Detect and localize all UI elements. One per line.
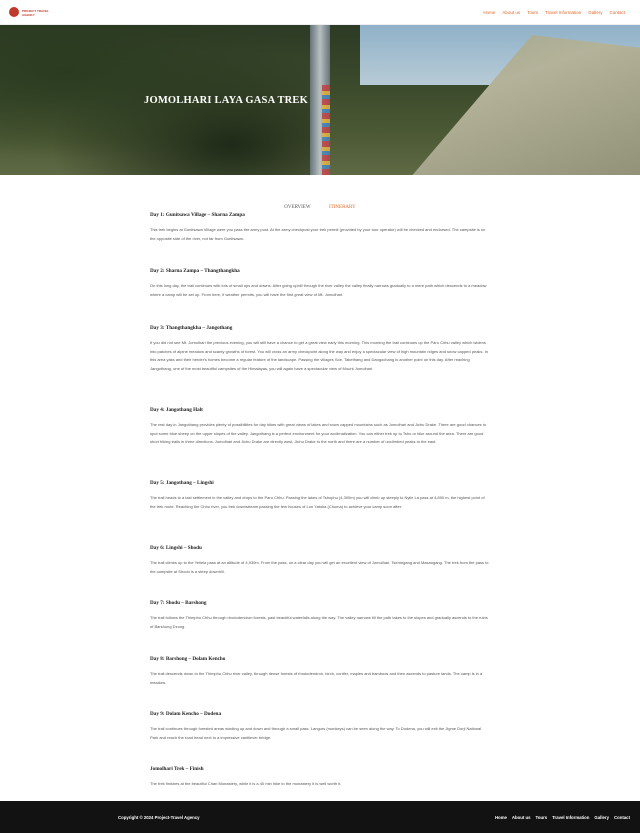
itinerary-day: Day 7: Shodu – Barshong The trail follow…	[150, 600, 490, 631]
day-title: Day 5: Jangothang – Lingshi	[150, 480, 214, 486]
day-title: Day 2: Sharna Zampa – Thangthangkha	[150, 268, 240, 274]
day-title: Day 4: Jangothang Halt	[150, 407, 203, 413]
footer-nav-home[interactable]: Home	[495, 815, 507, 820]
day-description: The rest day in Jangothang provides plen…	[150, 422, 487, 445]
day-title: Day 8: Barshong – Dolam Kencho	[150, 656, 226, 662]
itinerary-day: Day 2: Sharna Zampa – Thangthangkha On t…	[150, 268, 490, 299]
logo-mark-icon	[9, 7, 19, 17]
nav-about-us[interactable]: About us	[502, 10, 520, 15]
itinerary-day: Day 8: Barshong – Dolam Kencho The trail…	[150, 656, 490, 687]
page-title: JOMOLHARI LAYA GASA TREK	[144, 95, 308, 106]
day-title: Day 7: Shodu – Barshong	[150, 600, 207, 606]
nav-travel-information[interactable]: Travel Information	[545, 10, 581, 15]
day-title: Day 1: Gunitsawa Village – Sharna Zampa	[150, 212, 245, 218]
site-header: PROJECT TRAVEL AGENCY Home About us Tour…	[0, 0, 640, 25]
day-title: Jomolhari Trek – Finish	[150, 766, 204, 772]
day-description: This trek begins at Gunitsawa Village we…	[150, 227, 486, 241]
logo-text: PROJECT TRAVEL AGENCY	[22, 9, 49, 17]
main-nav: Home About us Tours Travel Information G…	[483, 10, 625, 15]
nav-home[interactable]: Home	[483, 10, 495, 15]
itinerary-day: Day 6: Lingshi – Shodu The trail climbs …	[150, 545, 490, 576]
copyright-text: Copyright © 2024 Project-Travel Agency	[118, 815, 200, 820]
day-title: Day 9: Dolam Kencho – Dodena	[150, 711, 222, 717]
hero-banner: JOMOLHARI LAYA GASA TREK	[0, 25, 640, 175]
day-description: The trail continues through forested are…	[150, 726, 482, 740]
hero-prayer-flags	[322, 85, 330, 175]
footer-nav-about-us[interactable]: About us	[512, 815, 531, 820]
day-description: The trail climbs up to the Yeliela pass …	[150, 560, 489, 574]
footer-nav-contact[interactable]: Contact	[614, 815, 630, 820]
tab-overview[interactable]: OVERVIEW	[284, 205, 310, 210]
itinerary-day: Jomolhari Trek – Finish The trek finishe…	[150, 766, 490, 789]
day-description: The trail follows the Thimphu Chhu throu…	[150, 615, 488, 629]
day-title: Day 3: Thangthangkha – Jangothang	[150, 325, 233, 331]
tour-tabs: OVERVIEW ITINERARY	[0, 195, 640, 213]
day-description: The trail descends down to the Thimphu C…	[150, 671, 483, 685]
day-description: The trek finishes at the beautiful Chari…	[150, 781, 342, 786]
itinerary-day: Day 5: Jangothang – Lingshi The trail he…	[150, 480, 490, 511]
nav-tours[interactable]: Tours	[527, 10, 538, 15]
itinerary-day: Day 4: Jangothang Halt The rest day in J…	[150, 407, 490, 447]
day-title: Day 6: Lingshi – Shodu	[150, 545, 202, 551]
day-description: On this long day, the trail continues wi…	[150, 283, 487, 297]
day-description: The trail heads to a last settlement in …	[150, 495, 485, 509]
nav-gallery[interactable]: Gallery	[588, 10, 602, 15]
footer-nav-travel-information[interactable]: Travel Information	[552, 815, 589, 820]
logo[interactable]: PROJECT TRAVEL AGENCY	[9, 5, 55, 20]
footer-nav-gallery[interactable]: Gallery	[594, 815, 609, 820]
footer-nav: Home About us Tours Travel Information G…	[495, 815, 630, 820]
footer-nav-tours[interactable]: Tours	[536, 815, 548, 820]
itinerary-day: Day 1: Gunitsawa Village – Sharna Zampa …	[150, 212, 490, 243]
itinerary-day: Day 9: Dolam Kencho – Dodena The trail c…	[150, 711, 490, 742]
itinerary-day: Day 3: Thangthangkha – Jangothang If you…	[150, 325, 490, 373]
nav-contact[interactable]: Contact	[609, 10, 625, 15]
tab-itinerary[interactable]: ITINERARY	[329, 205, 356, 210]
day-description: If you did not see Mt. Jomolhari the pre…	[150, 340, 488, 371]
site-footer: Copyright © 2024 Project-Travel Agency H…	[0, 801, 640, 833]
